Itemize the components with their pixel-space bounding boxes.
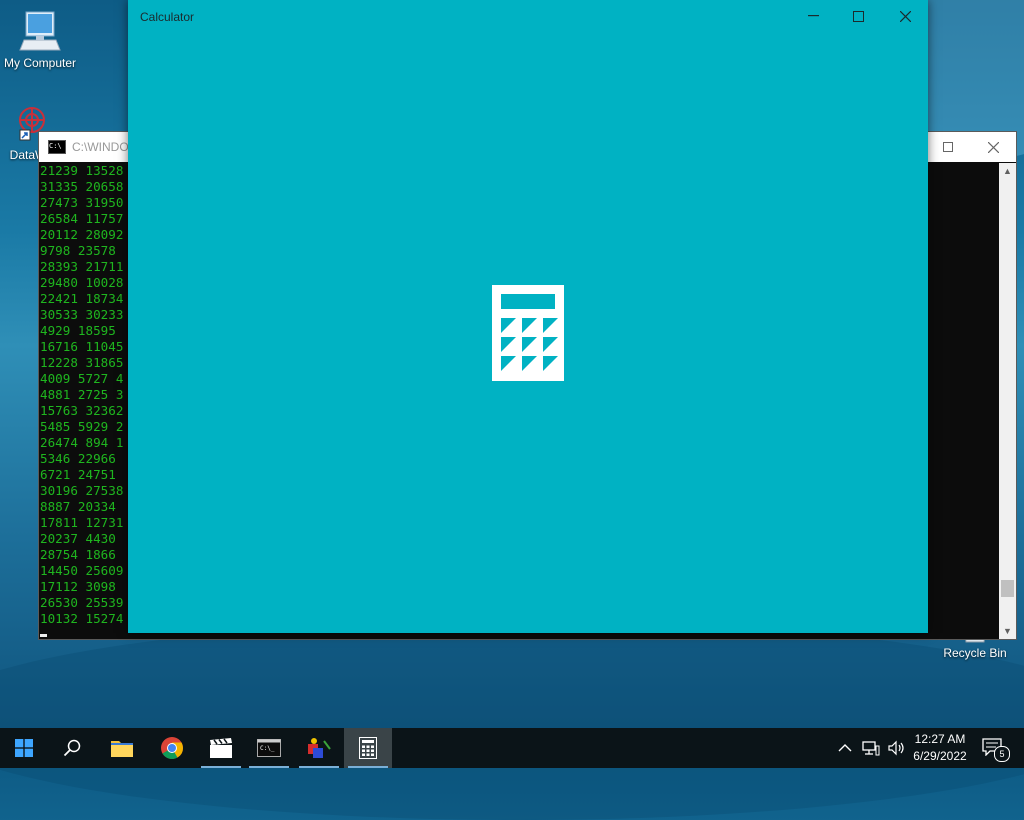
calculator-taskbar-button[interactable] bbox=[344, 728, 392, 768]
folder-icon bbox=[111, 741, 133, 757]
terminal-icon: C:\_ bbox=[257, 739, 281, 757]
close-button[interactable] bbox=[970, 132, 1016, 162]
console-cursor bbox=[40, 634, 47, 637]
clock-time: 12:27 AM bbox=[914, 732, 966, 746]
maximize-icon bbox=[943, 142, 953, 152]
clapperboard-icon bbox=[210, 738, 232, 758]
wallpaper-wave bbox=[0, 620, 1024, 820]
maximize-button[interactable] bbox=[925, 132, 971, 162]
svg-text:C:\_: C:\_ bbox=[260, 745, 275, 752]
calculator-icon bbox=[492, 285, 564, 381]
network-icon[interactable] bbox=[862, 740, 880, 756]
calculator-icon bbox=[359, 737, 377, 759]
close-button[interactable] bbox=[882, 0, 928, 32]
start-button[interactable] bbox=[0, 728, 48, 768]
computer-icon bbox=[19, 11, 61, 51]
minimize-button[interactable] bbox=[790, 0, 836, 32]
scrollbar-thumb[interactable] bbox=[1001, 580, 1014, 597]
scroll-down-arrow-icon[interactable]: ▼ bbox=[999, 623, 1016, 639]
search-icon bbox=[63, 739, 81, 757]
close-icon bbox=[899, 10, 911, 22]
console-scrollbar[interactable]: ▲ ▼ bbox=[999, 163, 1016, 639]
volume-icon[interactable] bbox=[888, 740, 906, 756]
system-tray bbox=[838, 728, 906, 768]
video-editor-button[interactable] bbox=[197, 728, 245, 768]
desktop-icon-label: My Computer bbox=[3, 56, 77, 70]
maximize-button[interactable] bbox=[835, 0, 881, 32]
calculator-window[interactable]: Calculator bbox=[128, 0, 928, 633]
file-explorer-button[interactable] bbox=[98, 728, 146, 768]
chevron-up-icon[interactable] bbox=[838, 743, 852, 753]
taskbar: C:\_ 12:27 AM 6/29/2022 5 bbox=[0, 728, 1024, 768]
maximize-icon bbox=[852, 10, 864, 22]
scroll-up-arrow-icon[interactable]: ▲ bbox=[999, 163, 1016, 179]
search-button[interactable] bbox=[48, 728, 96, 768]
chrome-icon bbox=[161, 737, 183, 759]
paint-icon bbox=[308, 738, 331, 758]
minimize-icon bbox=[807, 15, 819, 17]
paint-app-button[interactable] bbox=[295, 728, 343, 768]
action-center-button[interactable]: 5 bbox=[982, 728, 1010, 768]
console-app-icon: C:\ bbox=[48, 140, 66, 154]
command-prompt-button[interactable]: C:\_ bbox=[245, 728, 293, 768]
notification-count-badge: 5 bbox=[994, 746, 1010, 762]
close-icon bbox=[987, 141, 999, 153]
chrome-button[interactable] bbox=[148, 728, 196, 768]
calculator-title: Calculator bbox=[140, 10, 195, 24]
clock[interactable]: 12:27 AM 6/29/2022 bbox=[905, 731, 975, 765]
notification-icon: 5 bbox=[982, 738, 1010, 762]
desktop-icon-my-computer[interactable]: My Computer bbox=[0, 8, 80, 70]
desktop-icon-label: Recycle Bin bbox=[943, 646, 1007, 660]
windows-logo-icon bbox=[15, 739, 33, 757]
clock-date: 6/29/2022 bbox=[913, 749, 967, 763]
